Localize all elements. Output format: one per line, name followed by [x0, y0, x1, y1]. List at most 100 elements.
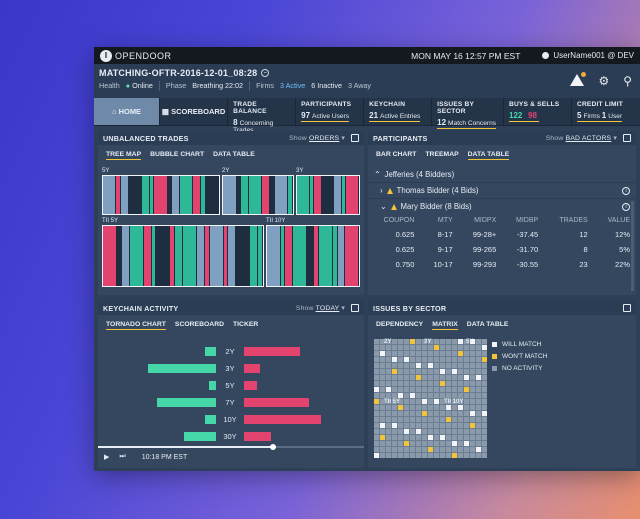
matrix-cell[interactable] — [374, 387, 379, 392]
matrix-cell[interactable] — [452, 381, 457, 386]
matrix-cell[interactable] — [464, 453, 469, 458]
matrix-cell[interactable] — [452, 453, 457, 458]
treemap-cell[interactable] — [179, 176, 194, 214]
matrix-cell[interactable] — [392, 369, 397, 374]
matrix-cell[interactable] — [458, 435, 463, 440]
matrix-cell[interactable] — [482, 339, 487, 344]
matrix-cell[interactable] — [404, 387, 409, 392]
matrix-cell[interactable] — [392, 447, 397, 452]
matrix-cell[interactable] — [458, 381, 463, 386]
matrix-cell[interactable] — [398, 441, 403, 446]
matrix-cell[interactable] — [434, 453, 439, 458]
matrix-cell[interactable] — [422, 375, 427, 380]
matrix-cell[interactable] — [422, 447, 427, 452]
matrix-cell[interactable] — [386, 369, 391, 374]
matrix-cell[interactable] — [380, 405, 385, 410]
matrix-cell[interactable] — [476, 399, 481, 404]
matrix-cell[interactable] — [428, 429, 433, 434]
matrix-cell[interactable] — [440, 369, 445, 374]
matrix-cell[interactable] — [458, 363, 463, 368]
matrix-cell[interactable] — [416, 411, 421, 416]
matrix-cell[interactable] — [416, 453, 421, 458]
matrix-cell[interactable] — [416, 387, 421, 392]
matrix-cell[interactable] — [422, 405, 427, 410]
play-icon[interactable]: ▶ — [104, 453, 109, 461]
matrix-cell[interactable] — [380, 369, 385, 374]
matrix-cell[interactable] — [440, 393, 445, 398]
matrix-cell[interactable] — [374, 339, 379, 344]
treemap-block[interactable] — [296, 175, 360, 215]
matrix-cell[interactable] — [428, 381, 433, 386]
matrix-cell[interactable] — [482, 435, 487, 440]
matrix-cell[interactable] — [482, 399, 487, 404]
matrix-cell[interactable] — [428, 357, 433, 362]
matrix-cell[interactable] — [464, 393, 469, 398]
matrix-cell[interactable] — [476, 423, 481, 428]
matrix-cell[interactable] — [422, 417, 427, 422]
matrix-cell[interactable] — [386, 351, 391, 356]
matrix-cell[interactable] — [440, 351, 445, 356]
treemap-cell[interactable] — [293, 226, 307, 286]
treemap-cell[interactable] — [321, 176, 335, 214]
matrix-cell[interactable] — [458, 423, 463, 428]
matrix-cell[interactable] — [416, 399, 421, 404]
matrix-cell[interactable] — [386, 417, 391, 422]
matrix-cell[interactable] — [422, 357, 427, 362]
matrix-cell[interactable] — [422, 423, 427, 428]
matrix-cell[interactable] — [482, 375, 487, 380]
matrix-cell[interactable] — [434, 429, 439, 434]
alert-icon[interactable] — [570, 72, 587, 86]
matrix-cell[interactable] — [416, 363, 421, 368]
matrix-cell[interactable] — [482, 441, 487, 446]
matrix-cell[interactable] — [386, 393, 391, 398]
matrix-cell[interactable] — [380, 447, 385, 452]
treemap-cell[interactable] — [142, 176, 150, 214]
matrix-cell[interactable] — [398, 351, 403, 356]
matrix-cell[interactable] — [458, 447, 463, 452]
matrix-cell[interactable] — [398, 447, 403, 452]
matrix-cell[interactable] — [434, 441, 439, 446]
tab-treemap[interactable]: TREEMAP — [425, 151, 458, 160]
matrix-cell[interactable] — [410, 375, 415, 380]
matrix-cell[interactable] — [464, 441, 469, 446]
treemap-cell[interactable] — [337, 226, 346, 286]
matrix-cell[interactable] — [470, 441, 475, 446]
matrix-cell[interactable] — [380, 411, 385, 416]
matrix-cell[interactable] — [458, 351, 463, 356]
treemap-cell[interactable] — [209, 226, 224, 286]
matrix-cell[interactable] — [452, 411, 457, 416]
matrix-cell[interactable] — [386, 357, 391, 362]
treemap-cell[interactable] — [345, 226, 359, 286]
matrix-cell[interactable] — [446, 423, 451, 428]
treemap-cell[interactable] — [223, 176, 237, 214]
tornado-bar-right[interactable] — [244, 381, 257, 390]
matrix-cell[interactable] — [380, 375, 385, 380]
matrix-cell[interactable] — [440, 387, 445, 392]
matrix-cell[interactable] — [482, 405, 487, 410]
matrix-cell[interactable] — [464, 345, 469, 350]
matrix-cell[interactable] — [464, 429, 469, 434]
matrix-cell[interactable] — [416, 375, 421, 380]
matrix-cell[interactable] — [476, 369, 481, 374]
matrix-cell[interactable] — [458, 411, 463, 416]
matrix-cell[interactable] — [380, 387, 385, 392]
matrix-cell[interactable] — [410, 417, 415, 422]
matrix-cell[interactable] — [482, 417, 487, 422]
matrix-cell[interactable] — [410, 381, 415, 386]
treemap-cell[interactable] — [267, 226, 281, 286]
treemap-cell[interactable] — [193, 176, 201, 214]
matrix-cell[interactable] — [458, 369, 463, 374]
matrix-cell[interactable] — [374, 381, 379, 386]
treemap-cell[interactable] — [175, 226, 184, 286]
treemap-cell[interactable] — [258, 226, 263, 286]
matrix-cell[interactable] — [434, 405, 439, 410]
matrix-cell[interactable] — [422, 411, 427, 416]
matrix-cell[interactable] — [374, 435, 379, 440]
treemap-cell[interactable] — [205, 176, 219, 214]
matrix-cell[interactable] — [386, 441, 391, 446]
treemap-cell[interactable] — [228, 226, 237, 286]
tab-home[interactable]: ⌂ HOME — [94, 98, 160, 125]
matrix-cell[interactable] — [386, 447, 391, 452]
matrix-cell[interactable] — [446, 429, 451, 434]
treemap-cell[interactable] — [314, 176, 322, 214]
